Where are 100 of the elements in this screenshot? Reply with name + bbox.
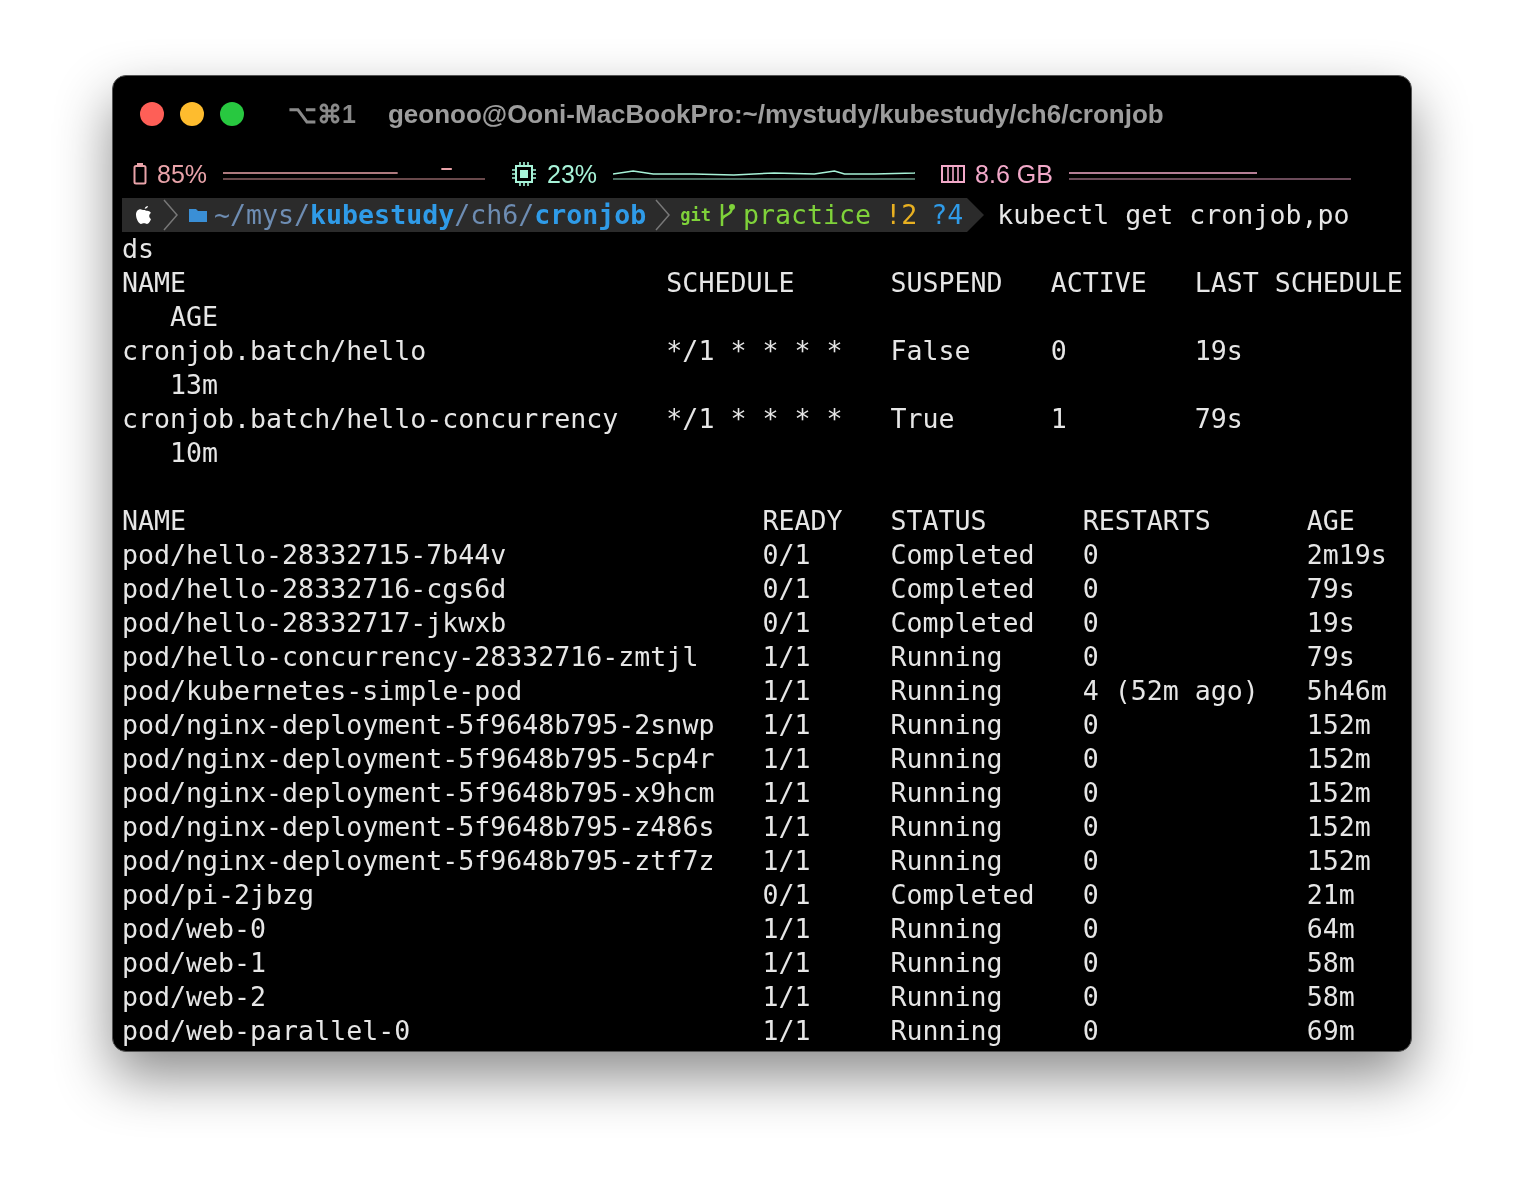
table-cell: 58m (1306, 980, 1355, 1014)
table-cell: 152m (1306, 810, 1371, 844)
column-header: SUSPEND (890, 266, 1003, 300)
column-header: SCHEDULE (666, 266, 795, 300)
table-cell: 4 (52m ago) (1082, 674, 1259, 708)
table-cell: 64m (1306, 912, 1355, 946)
separator-icon (162, 198, 180, 232)
table-cell: 0 (1082, 980, 1099, 1014)
table-cell: 21m (1306, 878, 1355, 912)
column-header: READY (762, 504, 843, 538)
table-cell: */1 * * * * (666, 402, 843, 436)
table-cell: Running (890, 980, 1003, 1014)
apple-icon (134, 203, 154, 227)
column-header: NAME (122, 504, 187, 538)
column-header: AGE (170, 300, 219, 334)
table-cell: 1/1 (762, 810, 811, 844)
table-cell: 1/1 (762, 640, 811, 674)
table-cell: Running (890, 946, 1003, 980)
table-cell: 1/1 (762, 776, 811, 810)
command-text: ds (122, 233, 155, 264)
table-cell: Running (890, 640, 1003, 674)
window-title: geonoo@Ooni-MacBookPro:~/mystudy/kubestudy/ch6/cronjob (387, 98, 1164, 130)
table-cell: cronjob.batch/hello (122, 334, 427, 368)
table-cell: pod/hello-concurrency-28332716-zmtjl (122, 640, 699, 674)
table-cell: 0/1 (762, 572, 811, 606)
table-cell: 152m (1306, 844, 1371, 878)
table-cell: 10m (170, 436, 219, 470)
folder-icon (188, 207, 208, 223)
table-cell: 0 (1082, 640, 1099, 674)
table-cell: Completed (890, 538, 1035, 572)
table-cell: pod/web-0 (122, 912, 267, 946)
table-cell: Running (890, 912, 1003, 946)
table-cell: pod/kubernetes-simple-pod (122, 674, 523, 708)
table-cell: Completed (890, 606, 1035, 640)
table-cell: 0/1 (762, 538, 811, 572)
table-cell: pod/web-parallel-0 (122, 1014, 411, 1048)
git-branch: practice (743, 198, 872, 232)
table-cell: 0 (1050, 334, 1067, 368)
table-cell: 0/1 (762, 878, 811, 912)
table-cell: Running (890, 742, 1003, 776)
column-header: ACTIVE (1050, 266, 1147, 300)
table-cell: 0 (1082, 572, 1099, 606)
table-cell: Completed (890, 878, 1035, 912)
table-cell: Running (890, 708, 1003, 742)
minimize-button[interactable] (180, 102, 204, 126)
git-modified-count: !2 (885, 198, 918, 232)
table-cell: 58m (1306, 946, 1355, 980)
table-cell: 5h46m (1306, 674, 1387, 708)
command-text: kubectl get cronjob,po (997, 198, 1350, 232)
table-cell: Running (890, 844, 1003, 878)
status-reading: 8.6 GB (975, 159, 1053, 189)
table-cell: 0 (1082, 708, 1099, 742)
column-header: LAST SCHEDULE (1194, 266, 1403, 300)
table-cell: pod/nginx-deployment-5f9648b795-z486s (122, 810, 715, 844)
table-cell: 0 (1082, 742, 1099, 776)
table-cell: pod/web-1 (122, 946, 267, 980)
table-cell: pod/pi-2jbzg (122, 878, 315, 912)
table-cell: 79s (1306, 640, 1355, 674)
table-cell: 0 (1082, 946, 1099, 980)
table-cell: pod/web-2 (122, 980, 267, 1014)
close-button[interactable] (140, 102, 164, 126)
table-cell: 0 (1082, 810, 1099, 844)
table-cell: pod/hello-28332715-7b44v (122, 538, 507, 572)
status-reading: 85% (157, 159, 208, 189)
table-cell: 152m (1306, 708, 1371, 742)
table-cell: 0 (1082, 844, 1099, 878)
table-cell: True (890, 402, 955, 436)
table-cell: */1 * * * * (666, 334, 843, 368)
table-cell: 152m (1306, 776, 1371, 810)
table-cell: pod/nginx-deployment-5f9648b795-5cp4r (122, 742, 715, 776)
table-cell: 152m (1306, 742, 1371, 776)
table-cell: 0/1 (762, 606, 811, 640)
table-cell: 1/1 (762, 912, 811, 946)
table-cell: Running (890, 776, 1003, 810)
table-cell: 69m (1306, 1014, 1355, 1048)
table-cell: 0 (1082, 1014, 1099, 1048)
table-cell: 0 (1082, 776, 1099, 810)
git-label: git (680, 204, 712, 227)
directory-path: ~/mys/kubestudy/ch6/cronjob (214, 198, 647, 232)
table-cell: 19s (1194, 334, 1243, 368)
table-cell: 79s (1306, 572, 1355, 606)
table-cell: 0 (1082, 538, 1099, 572)
column-header: STATUS (890, 504, 987, 538)
table-cell: 0 (1082, 912, 1099, 946)
table-cell: cronjob.batch/hello-concurrency (122, 402, 619, 436)
table-cell: pod/nginx-deployment-5f9648b795-x9hcm (122, 776, 715, 810)
table-cell: 1/1 (762, 742, 811, 776)
table-cell: pod/hello-28332716-cgs6d (122, 572, 507, 606)
table-cell: 1/1 (762, 1014, 811, 1048)
table-cell: 1/1 (762, 980, 811, 1014)
zoom-button[interactable] (220, 102, 244, 126)
table-cell: 1/1 (762, 946, 811, 980)
table-cell: pod/nginx-deployment-5f9648b795-2snwp (122, 708, 715, 742)
table-cell: Running (890, 810, 1003, 844)
column-header: AGE (1306, 504, 1355, 538)
table-cell: 1/1 (762, 674, 811, 708)
table-cell: Running (890, 674, 1003, 708)
table-cell: 79s (1194, 402, 1243, 436)
table-cell: 2m19s (1306, 538, 1387, 572)
table-cell: pod/nginx-deployment-5f9648b795-ztf7z (122, 844, 715, 878)
